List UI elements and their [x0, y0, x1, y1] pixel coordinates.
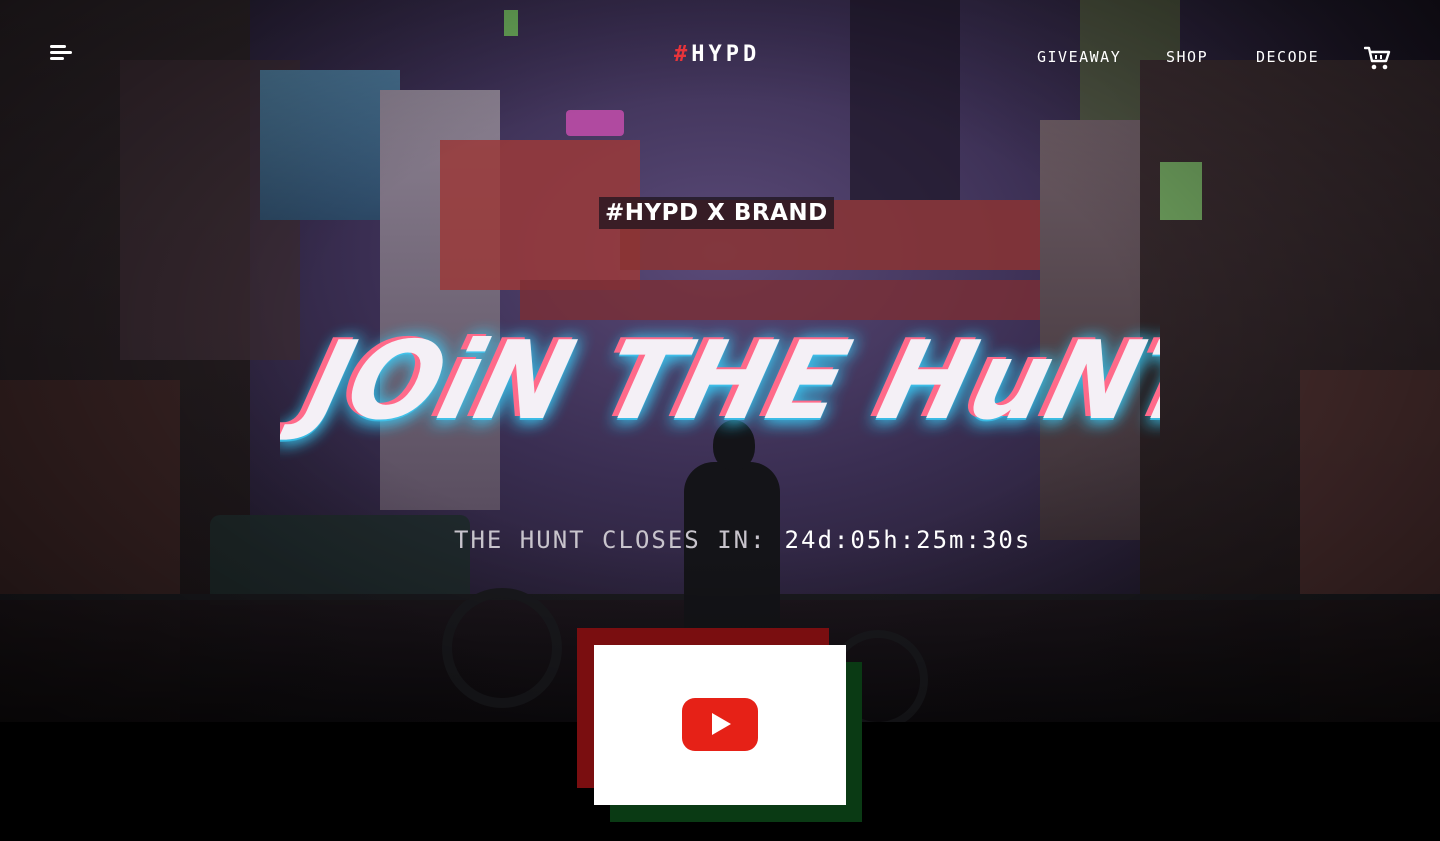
cart-icon[interactable]: [1363, 45, 1392, 71]
logo-text: HYPD: [691, 42, 761, 67]
nav-link-shop[interactable]: SHOP: [1166, 48, 1208, 66]
countdown-label: THE HUNT CLOSES IN:: [454, 526, 767, 554]
menu-icon[interactable]: [50, 45, 74, 63]
headline-text: JOiN THE HuNT: [280, 318, 1160, 444]
nav-link-decode[interactable]: DECODE: [1256, 48, 1319, 66]
nav-link-giveaway[interactable]: GIVEAWAY: [1037, 48, 1121, 66]
brand-collab-tag: #HYPD X BRAND: [599, 197, 834, 229]
site-logo[interactable]: #HYPD: [674, 42, 760, 67]
countdown: THE HUNT CLOSES IN: 24d:05h:25m:30s: [454, 526, 1031, 554]
countdown-timer: 24d:05h:25m:30s: [784, 526, 1032, 554]
logo-hash: #: [674, 42, 692, 67]
video-player[interactable]: [594, 645, 846, 805]
hero-headline: JOiN THE HuNT JOiN THE HuNT JOiN THE HuN…: [280, 270, 1160, 470]
youtube-play-icon[interactable]: [682, 698, 758, 751]
